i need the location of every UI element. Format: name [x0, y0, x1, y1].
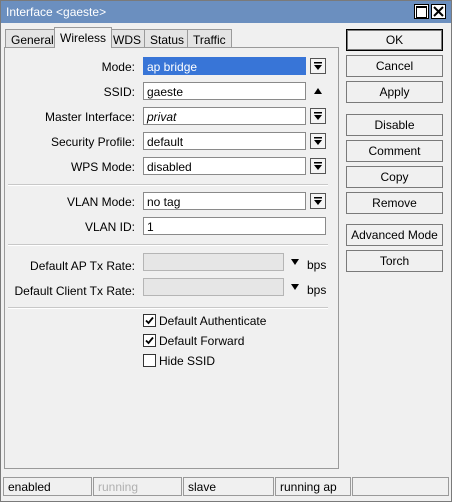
- ssid-input[interactable]: gaeste: [143, 82, 306, 100]
- mode-select[interactable]: ap bridge: [143, 57, 306, 75]
- default-authenticate-label: Default Authenticate: [159, 314, 267, 328]
- dropdown-icon: [314, 197, 322, 205]
- checkmark-icon: [145, 316, 154, 325]
- dropdown-icon: [314, 137, 322, 145]
- master-interface-label: Master Interface:: [44, 110, 135, 124]
- comment-button[interactable]: Comment: [346, 140, 443, 162]
- default-client-tx-rate-label: Default Client Tx Rate:: [14, 284, 136, 298]
- default-ap-tx-rate-expand-button[interactable]: [288, 255, 302, 269]
- close-button[interactable]: [431, 4, 446, 19]
- remove-button[interactable]: Remove: [346, 192, 443, 214]
- cancel-button[interactable]: Cancel: [346, 55, 443, 77]
- default-client-tx-rate-expand-button[interactable]: [288, 280, 302, 294]
- default-client-tx-rate-unit: bps: [307, 283, 327, 297]
- dropdown-icon: [314, 62, 322, 70]
- close-icon: [433, 6, 444, 17]
- vlan-mode-label: VLAN Mode:: [66, 195, 135, 209]
- disable-button[interactable]: Disable: [346, 114, 443, 136]
- window-title: Interface <gaeste>: [6, 5, 107, 19]
- maximize-button[interactable]: [414, 4, 429, 19]
- status-empty: [352, 477, 449, 496]
- triangle-down-icon: [291, 284, 299, 290]
- tab-status[interactable]: Status: [144, 29, 191, 48]
- mode-label: Mode:: [101, 60, 135, 74]
- ssid-collapse-button[interactable]: [310, 83, 326, 99]
- hide-ssid-checkbox[interactable]: [143, 354, 156, 367]
- default-ap-tx-rate-label: Default AP Tx Rate:: [30, 259, 135, 273]
- wps-mode-select[interactable]: disabled: [143, 157, 306, 175]
- default-forward-checkbox[interactable]: [143, 334, 156, 347]
- vlan-mode-select[interactable]: no tag: [143, 192, 306, 210]
- default-client-tx-rate-input[interactable]: [143, 278, 284, 296]
- master-interface-dropdown-button[interactable]: [310, 108, 326, 124]
- tab-wds[interactable]: WDS: [107, 29, 147, 48]
- vlan-id-label: VLAN ID:: [84, 220, 135, 234]
- advanced-mode-button[interactable]: Advanced Mode: [346, 224, 443, 246]
- separator: [8, 307, 328, 309]
- security-profile-select[interactable]: default: [143, 132, 306, 150]
- security-profile-dropdown-button[interactable]: [310, 133, 326, 149]
- default-forward-label: Default Forward: [159, 334, 245, 348]
- status-running-ap: running ap: [275, 477, 351, 496]
- copy-button[interactable]: Copy: [346, 166, 443, 188]
- wps-mode-label: WPS Mode:: [70, 160, 135, 174]
- title-bar[interactable]: Interface <gaeste>: [1, 1, 451, 23]
- status-slave: slave: [183, 477, 274, 496]
- tab-general[interactable]: General: [5, 29, 60, 48]
- checkmark-icon: [145, 336, 154, 345]
- default-ap-tx-rate-input[interactable]: [143, 253, 284, 271]
- triangle-up-icon: [314, 88, 322, 94]
- default-ap-tx-rate-unit: bps: [307, 258, 327, 272]
- mode-dropdown-button[interactable]: [310, 58, 326, 74]
- separator: [8, 244, 328, 246]
- hide-ssid-label: Hide SSID: [159, 354, 216, 368]
- wps-mode-dropdown-button[interactable]: [310, 158, 326, 174]
- tab-wireless[interactable]: Wireless: [54, 27, 113, 48]
- triangle-down-icon: [291, 259, 299, 265]
- status-running: running: [93, 477, 182, 496]
- ssid-label: SSID:: [103, 85, 135, 99]
- vlan-id-input[interactable]: 1: [143, 217, 326, 235]
- ok-button[interactable]: OK: [346, 29, 443, 51]
- security-profile-label: Security Profile:: [50, 135, 135, 149]
- default-authenticate-checkbox[interactable]: [143, 314, 156, 327]
- torch-button[interactable]: Torch: [346, 250, 443, 272]
- separator: [8, 184, 328, 186]
- status-enabled: enabled: [3, 477, 92, 496]
- master-interface-select[interactable]: privat: [143, 107, 306, 125]
- dropdown-icon: [314, 162, 322, 170]
- tab-traffic[interactable]: Traffic: [187, 29, 232, 48]
- dropdown-icon: [314, 112, 322, 120]
- apply-button[interactable]: Apply: [346, 81, 443, 103]
- vlan-mode-dropdown-button[interactable]: [310, 193, 326, 209]
- interface-window: Interface <gaeste> General Wireless WDS …: [0, 0, 452, 502]
